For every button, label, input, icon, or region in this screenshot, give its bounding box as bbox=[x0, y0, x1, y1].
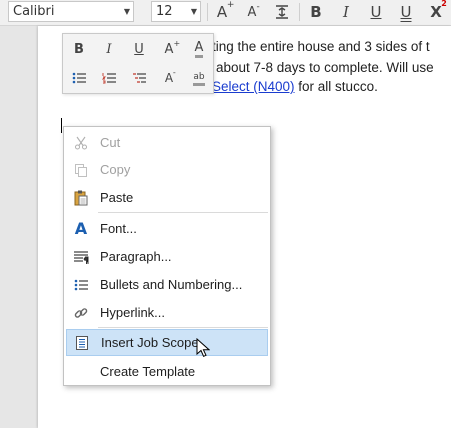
font-name-value: Calibri bbox=[13, 4, 55, 19]
copy-icon bbox=[66, 163, 96, 177]
bold-icon: B bbox=[310, 3, 322, 21]
shrink-font-label: A bbox=[164, 71, 174, 85]
bold-icon: B bbox=[74, 41, 84, 57]
double-underline-button[interactable]: U bbox=[395, 1, 417, 23]
scissors-icon bbox=[66, 136, 96, 150]
toolbar-separator bbox=[207, 3, 208, 21]
mini-bold-button[interactable]: B bbox=[68, 38, 90, 60]
context-menu: Cut Copy Paste A Font... Paragraph... Bu… bbox=[63, 126, 271, 386]
double-underline-icon: U bbox=[400, 3, 412, 21]
formatting-toolbar: Calibri ▼ 12 ▼ A + A- B I U U X2 bbox=[0, 0, 451, 26]
chevron-down-icon: ▼ bbox=[123, 7, 130, 16]
menu-item-insert-job-scope[interactable]: Insert Job Scope bbox=[66, 329, 268, 356]
menu-item-label: Bullets and Numbering... bbox=[100, 277, 243, 292]
menu-item-label: Paste bbox=[100, 190, 134, 205]
toolbar-separator bbox=[299, 3, 300, 21]
highlight-label: ab bbox=[193, 71, 205, 82]
mouse-pointer-icon bbox=[196, 338, 210, 357]
font-name-combo[interactable]: Calibri ▼ bbox=[8, 1, 134, 22]
document-margin bbox=[0, 26, 38, 428]
font-icon: A bbox=[74, 219, 88, 238]
menu-item-cut[interactable]: Cut bbox=[66, 129, 268, 156]
menu-item-label: Create Template bbox=[100, 364, 196, 379]
grow-font-label: A bbox=[216, 3, 228, 21]
underline-icon: U bbox=[134, 41, 144, 57]
line-spacing-button[interactable] bbox=[271, 1, 293, 23]
mini-shrink-font-button[interactable]: A- bbox=[158, 67, 180, 89]
link-icon bbox=[66, 306, 96, 320]
numbered-list-icon bbox=[102, 73, 116, 84]
highlight-icon: ab bbox=[193, 71, 205, 86]
insert-scope-icon bbox=[67, 335, 97, 350]
mini-multilevel-button[interactable] bbox=[128, 67, 150, 89]
italic-button[interactable]: I bbox=[335, 1, 357, 23]
font-color-icon: A bbox=[194, 39, 204, 58]
text-cursor bbox=[61, 118, 62, 133]
shrink-font-icon: A- bbox=[164, 68, 176, 85]
menu-item-label: Font... bbox=[100, 221, 137, 236]
bullets-icon bbox=[66, 279, 96, 291]
mini-italic-button[interactable]: I bbox=[98, 38, 120, 60]
menu-item-label: Insert Job Scope bbox=[101, 335, 199, 350]
bullet-list-icon bbox=[72, 72, 86, 84]
superscript-icon: X2 bbox=[430, 0, 447, 21]
mini-highlight-button[interactable]: ab bbox=[188, 67, 210, 89]
menu-item-copy[interactable]: Copy bbox=[66, 156, 268, 183]
menu-item-label: Hyperlink... bbox=[100, 305, 166, 320]
menu-separator bbox=[98, 212, 268, 213]
mini-underline-button[interactable]: U bbox=[128, 38, 150, 60]
grow-font-icon: A + bbox=[216, 0, 235, 21]
mini-grow-font-button[interactable]: A + bbox=[158, 38, 181, 60]
bold-button[interactable]: B bbox=[305, 1, 327, 23]
grow-font-button[interactable]: A + bbox=[211, 0, 235, 23]
font-color-label: A bbox=[194, 39, 204, 55]
chevron-down-icon: ▼ bbox=[190, 7, 197, 16]
menu-item-font[interactable]: A Font... bbox=[66, 215, 268, 242]
menu-item-create-template[interactable]: Create Template bbox=[66, 358, 268, 385]
document-text-line: Select (N400) for all stucco. bbox=[212, 79, 451, 94]
menu-item-paragraph[interactable]: Paragraph... bbox=[66, 243, 268, 270]
shrink-font-button[interactable]: A- bbox=[241, 1, 263, 23]
shrink-font-icon: A- bbox=[247, 1, 260, 20]
superscript-label: X bbox=[430, 3, 442, 21]
grow-font-icon: A + bbox=[164, 38, 181, 57]
italic-icon: I bbox=[343, 3, 349, 21]
grow-font-label: A bbox=[164, 41, 174, 57]
menu-item-bullets-numbering[interactable]: Bullets and Numbering... bbox=[66, 271, 268, 298]
mini-toolbar: B I U A + A A- ab bbox=[62, 33, 214, 94]
paste-icon bbox=[66, 190, 96, 206]
underline-button[interactable]: U bbox=[365, 1, 387, 23]
superscript-digit: 2 bbox=[441, 0, 447, 8]
shrink-font-label: A bbox=[247, 4, 257, 20]
menu-item-label: Cut bbox=[100, 135, 121, 150]
menu-item-paste[interactable]: Paste bbox=[66, 184, 268, 211]
paragraph-icon bbox=[66, 250, 96, 264]
multilevel-list-icon bbox=[133, 73, 146, 83]
italic-icon: I bbox=[106, 41, 112, 57]
mini-numbering-button[interactable] bbox=[98, 67, 120, 89]
line-spacing-icon bbox=[276, 5, 288, 19]
font-size-combo[interactable]: 12 ▼ bbox=[151, 1, 201, 22]
mini-font-color-button[interactable]: A bbox=[188, 38, 210, 60]
mini-bullets-button[interactable] bbox=[68, 67, 90, 89]
font-size-value: 12 bbox=[156, 4, 173, 19]
menu-item-label: Copy bbox=[100, 162, 131, 177]
document-text-fragment: for all stucco. bbox=[294, 79, 378, 94]
document-text-line: about 7-8 days to complete. Will use bbox=[216, 60, 434, 75]
superscript-button[interactable]: X2 bbox=[425, 0, 447, 23]
menu-item-hyperlink[interactable]: Hyperlink... bbox=[66, 299, 268, 326]
document-text-line: ting the entire house and 3 sides of t bbox=[212, 39, 430, 54]
underline-icon: U bbox=[370, 3, 382, 21]
menu-separator bbox=[98, 327, 268, 328]
product-link[interactable]: Select (N400) bbox=[212, 79, 295, 94]
menu-item-label: Paragraph... bbox=[100, 249, 172, 264]
